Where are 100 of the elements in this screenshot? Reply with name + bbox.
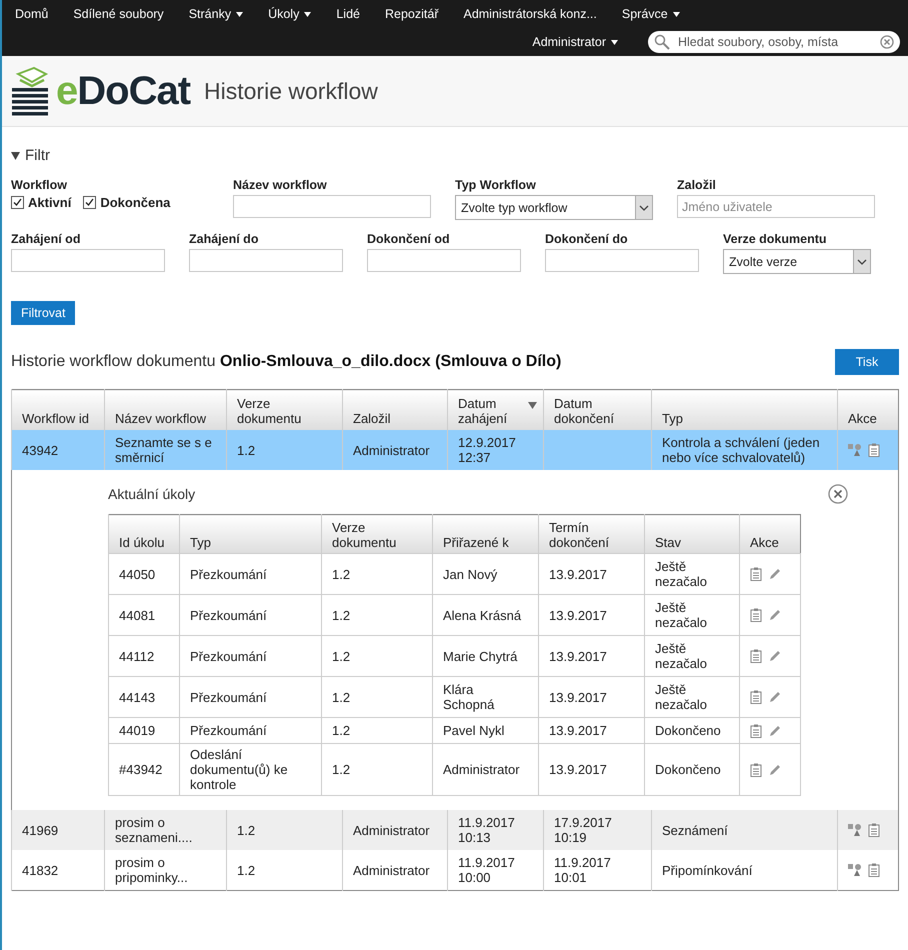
nav-link[interactable]: Administrator	[523, 35, 627, 49]
column-header[interactable]: Stav	[644, 514, 740, 554]
clipboard-icon[interactable]	[868, 823, 880, 837]
table-cell: 44050	[108, 554, 180, 594]
search-field[interactable]: Hledat soubory, osoby, místa	[648, 31, 900, 53]
table-cell: 41832	[12, 850, 104, 890]
column-header[interactable]: Název workflow	[104, 390, 226, 430]
table-cell: 1.2	[322, 554, 432, 594]
column-header[interactable]: Verze dokumentu	[322, 514, 432, 554]
nav-link[interactable]: Úkoly	[259, 7, 320, 21]
clipboard-icon[interactable]	[750, 608, 762, 622]
clipboard-icon[interactable]	[868, 863, 880, 877]
nav-link[interactable]: Lidé	[327, 7, 369, 21]
table-cell: 13.9.2017	[538, 554, 644, 594]
table-cell: Přezkoumání	[180, 676, 322, 718]
column-header[interactable]: Akce	[740, 514, 800, 554]
field-label: Dokončení od	[367, 232, 451, 246]
table-cell: 11.9.2017 10:13	[448, 810, 544, 850]
field-label: Dokončení do	[545, 232, 629, 246]
dropdown[interactable]: Zvolte typ workflow	[455, 195, 653, 220]
field-label: Zahájení do	[189, 232, 260, 246]
clear-icon[interactable]	[880, 35, 894, 49]
table-cell: 11.9.2017 10:00	[448, 850, 544, 890]
caret-icon	[304, 12, 312, 16]
shapes-icon[interactable]	[848, 823, 862, 837]
input-field[interactable]	[545, 249, 699, 272]
filter-button[interactable]: Filtrovat	[11, 301, 76, 325]
clipboard-icon[interactable]	[750, 567, 762, 581]
table-cell: Přezkoumání	[180, 636, 322, 676]
table-cell: 1.2	[226, 810, 342, 850]
column-header[interactable]: Workflow id	[12, 390, 104, 430]
pencil-icon[interactable]	[768, 649, 782, 663]
caret-icon	[236, 12, 244, 16]
column-header[interactable]: Založil	[342, 390, 448, 430]
column-header[interactable]: Akce	[838, 390, 898, 430]
nav-link[interactable]: Domů	[6, 7, 58, 21]
column-header[interactable]: Typ	[180, 514, 322, 554]
table-cell: Přezkoumání	[180, 554, 322, 594]
pencil-icon[interactable]	[768, 567, 782, 581]
dropdown[interactable]: Zvolte verze	[723, 249, 871, 274]
search-icon	[654, 34, 670, 50]
section-title: Historie workflow dokumentu Onlio-Smlouva_o_dilo.docx (Smlouva o Dílo)	[11, 353, 562, 371]
column-header[interactable]: Typ	[652, 390, 838, 430]
nav-link[interactable]: Sdílené soubory	[64, 7, 173, 21]
column-header[interactable]: Termín dokončení	[538, 514, 644, 554]
clipboard-icon[interactable]	[750, 649, 762, 663]
pencil-icon[interactable]	[768, 724, 782, 738]
table-cell: Dokončeno	[644, 718, 740, 744]
shapes-icon[interactable]	[848, 443, 862, 457]
column-header[interactable]: Id úkolu	[108, 514, 180, 554]
checkbox[interactable]	[83, 196, 96, 209]
table-cell: 1.2	[322, 676, 432, 718]
panel-title: Aktuální úkoly	[108, 486, 196, 502]
column-header[interactable]: Verze dokumentu	[226, 390, 342, 430]
table-cell: Ještě nezačalo	[644, 676, 740, 718]
input-field[interactable]	[11, 249, 165, 272]
table-cell: 13.9.2017	[538, 676, 644, 718]
table-cell: 11.9.2017 10:01	[544, 850, 652, 890]
filter-toggle[interactable]: Filtr	[11, 147, 50, 164]
print-button[interactable]: Tisk	[835, 349, 899, 375]
checkbox[interactable]	[11, 196, 24, 209]
chevron-icon	[857, 258, 867, 264]
clipboard-icon[interactable]	[750, 690, 762, 704]
table-cell: prosim o seznameni....	[104, 810, 226, 850]
table-cell: 1.2	[226, 430, 342, 470]
input-field[interactable]	[367, 249, 521, 272]
input-field[interactable]	[233, 195, 431, 218]
table-cell: Administrator	[342, 430, 448, 470]
clipboard-icon[interactable]	[868, 443, 880, 457]
input-field[interactable]	[189, 249, 343, 272]
table-cell: 1.2	[226, 850, 342, 890]
nav-link[interactable]: Správce	[612, 7, 689, 21]
pencil-icon[interactable]	[768, 608, 782, 622]
table-cell: 17.9.2017 10:19	[544, 810, 652, 850]
pencil-icon[interactable]	[768, 762, 782, 776]
table-cell: Ještě nezačalo	[644, 636, 740, 676]
pencil-icon[interactable]	[768, 690, 782, 704]
table-cell: 12.9.2017 12:37	[448, 430, 544, 470]
table-cell: 13.9.2017	[538, 718, 644, 744]
clipboard-icon[interactable]	[750, 724, 762, 738]
table-cell: 13.9.2017	[538, 744, 644, 796]
nav-link[interactable]: Repozitář	[376, 7, 448, 21]
nav-link[interactable]: Administrátorská konz...	[454, 7, 606, 21]
shapes-icon[interactable]	[848, 863, 862, 877]
close-icon[interactable]	[828, 484, 848, 504]
column-header[interactable]: Datum dokončení	[544, 390, 652, 430]
clipboard-icon[interactable]	[750, 762, 762, 776]
table-cell: #43942	[108, 744, 180, 796]
field-label: Workflow	[11, 178, 68, 192]
field-label: Založil	[677, 178, 717, 192]
column-header[interactable]: Datum zahájení	[448, 390, 544, 430]
column-header[interactable]: Přiřazené k	[432, 514, 538, 554]
table-cell: Ještě nezačalo	[644, 554, 740, 594]
input-field[interactable]: Jméno uživatele	[677, 195, 875, 218]
table-cell: Administrator	[342, 810, 448, 850]
checkbox-label: Aktivní	[28, 195, 72, 210]
table-cell: Administrator	[342, 850, 448, 890]
table-cell: Pavel Nykl	[432, 718, 538, 744]
table-cell: Přezkoumání	[180, 718, 322, 744]
nav-link[interactable]: Stránky	[180, 7, 252, 21]
